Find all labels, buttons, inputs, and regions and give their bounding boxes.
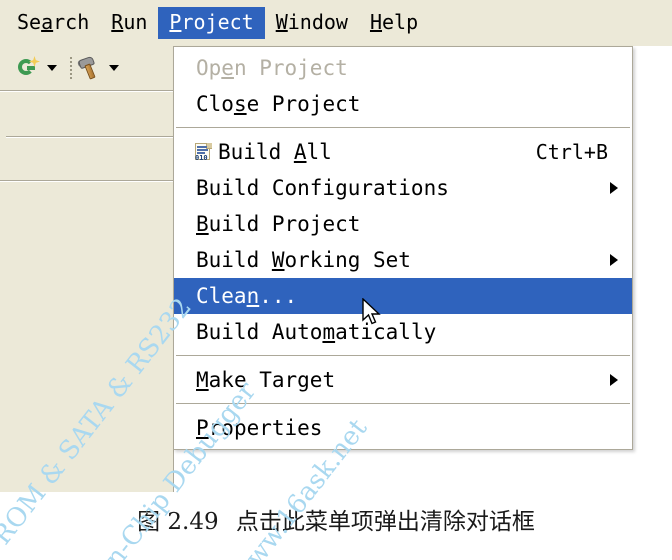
menubar-item-project[interactable]: Project (158, 7, 265, 39)
mnemonic: W (275, 10, 288, 34)
ide-window: Search Run Project Window Help Open Project C… (0, 0, 672, 492)
menubar-item-run[interactable]: Run (100, 7, 158, 39)
menu-bar: Search Run Project Window Help (0, 0, 672, 46)
figure-caption-text: 点击此菜单项弹出清除对话框 (235, 509, 535, 535)
menu-item-build-configurations[interactable]: Build Configurations (174, 170, 632, 206)
menu-item-open-project: Open Project (174, 50, 632, 86)
menu-item-clean[interactable]: Clean... (174, 278, 632, 314)
menu-separator-3 (176, 403, 630, 405)
new-c-project-icon[interactable] (18, 56, 40, 79)
mnemonic: n (246, 283, 260, 308)
menu-item-label: Build All (218, 139, 332, 164)
toolbar-separator (70, 57, 72, 79)
menu-item-label: Clean... (196, 283, 298, 308)
menu-item-build-project[interactable]: Build Project (174, 206, 632, 242)
toolbar (0, 46, 174, 90)
menubar-item-window[interactable]: Window (265, 7, 359, 39)
menu-item-label: Build Automatically (196, 319, 437, 344)
menubar-item-help[interactable]: Help (359, 7, 429, 39)
toolbar-strip (0, 46, 180, 492)
toolbar-divider-2 (6, 136, 180, 138)
mnemonic: s (233, 91, 247, 116)
submenu-arrow-icon[interactable] (610, 374, 618, 386)
new-c-project-chevron-down-icon[interactable] (47, 65, 57, 71)
menu-item-make-target[interactable]: Make Target (174, 362, 632, 398)
menu-item-label: Build Working Set (196, 247, 411, 272)
mnemonic: m (322, 319, 336, 344)
figure-number: 图 2.49 (137, 509, 219, 535)
menu-item-label: Properties (196, 415, 323, 440)
menu-item-close-project[interactable]: Close Project (174, 86, 632, 122)
figure-caption: 图 2.49 点击此菜单项弹出清除对话框 (0, 502, 672, 536)
mnemonic: P (169, 10, 182, 34)
mnemonic: H (369, 10, 383, 34)
submenu-arrow-icon[interactable] (610, 182, 618, 194)
menu-separator-2 (176, 355, 630, 357)
mnemonic: W (271, 247, 285, 272)
toolbar-divider-3 (0, 180, 174, 182)
project-menu-popup: Open Project Close Project 010 Build All Ctr… (173, 46, 633, 450)
mnemonic: B (196, 211, 209, 236)
menu-item-build-automatically[interactable]: Build Automatically (174, 314, 632, 350)
menu-item-label: Make Target (196, 367, 336, 392)
mnemonic: e (221, 55, 234, 80)
menu-item-label: Open Project (196, 55, 348, 80)
menu-separator-1 (176, 127, 630, 129)
menu-item-label: Build Project (196, 211, 361, 236)
menu-item-label: Build Configurations (196, 175, 449, 200)
menu-item-label: Close Project (196, 91, 361, 116)
hammer-icon[interactable] (76, 55, 102, 80)
menubar-item-search[interactable]: Search (6, 7, 100, 39)
mnemonic: a (41, 10, 54, 34)
toolbar-divider-1 (0, 90, 174, 92)
build-chevron-down-icon[interactable] (109, 65, 119, 71)
build-all-icon: 010 (194, 142, 214, 162)
menu-item-build-working-set[interactable]: Build Working Set (174, 242, 632, 278)
menu-item-shortcut: Ctrl+B (535, 140, 608, 164)
mnemonic: M (196, 367, 209, 392)
menu-item-properties[interactable]: Properties (174, 410, 632, 446)
submenu-arrow-icon[interactable] (610, 254, 618, 266)
mnemonic: A (293, 139, 307, 164)
mnemonic: P (196, 415, 209, 440)
mnemonic: R (111, 10, 124, 34)
menu-item-build-all[interactable]: 010 Build All Ctrl+B (174, 134, 632, 170)
